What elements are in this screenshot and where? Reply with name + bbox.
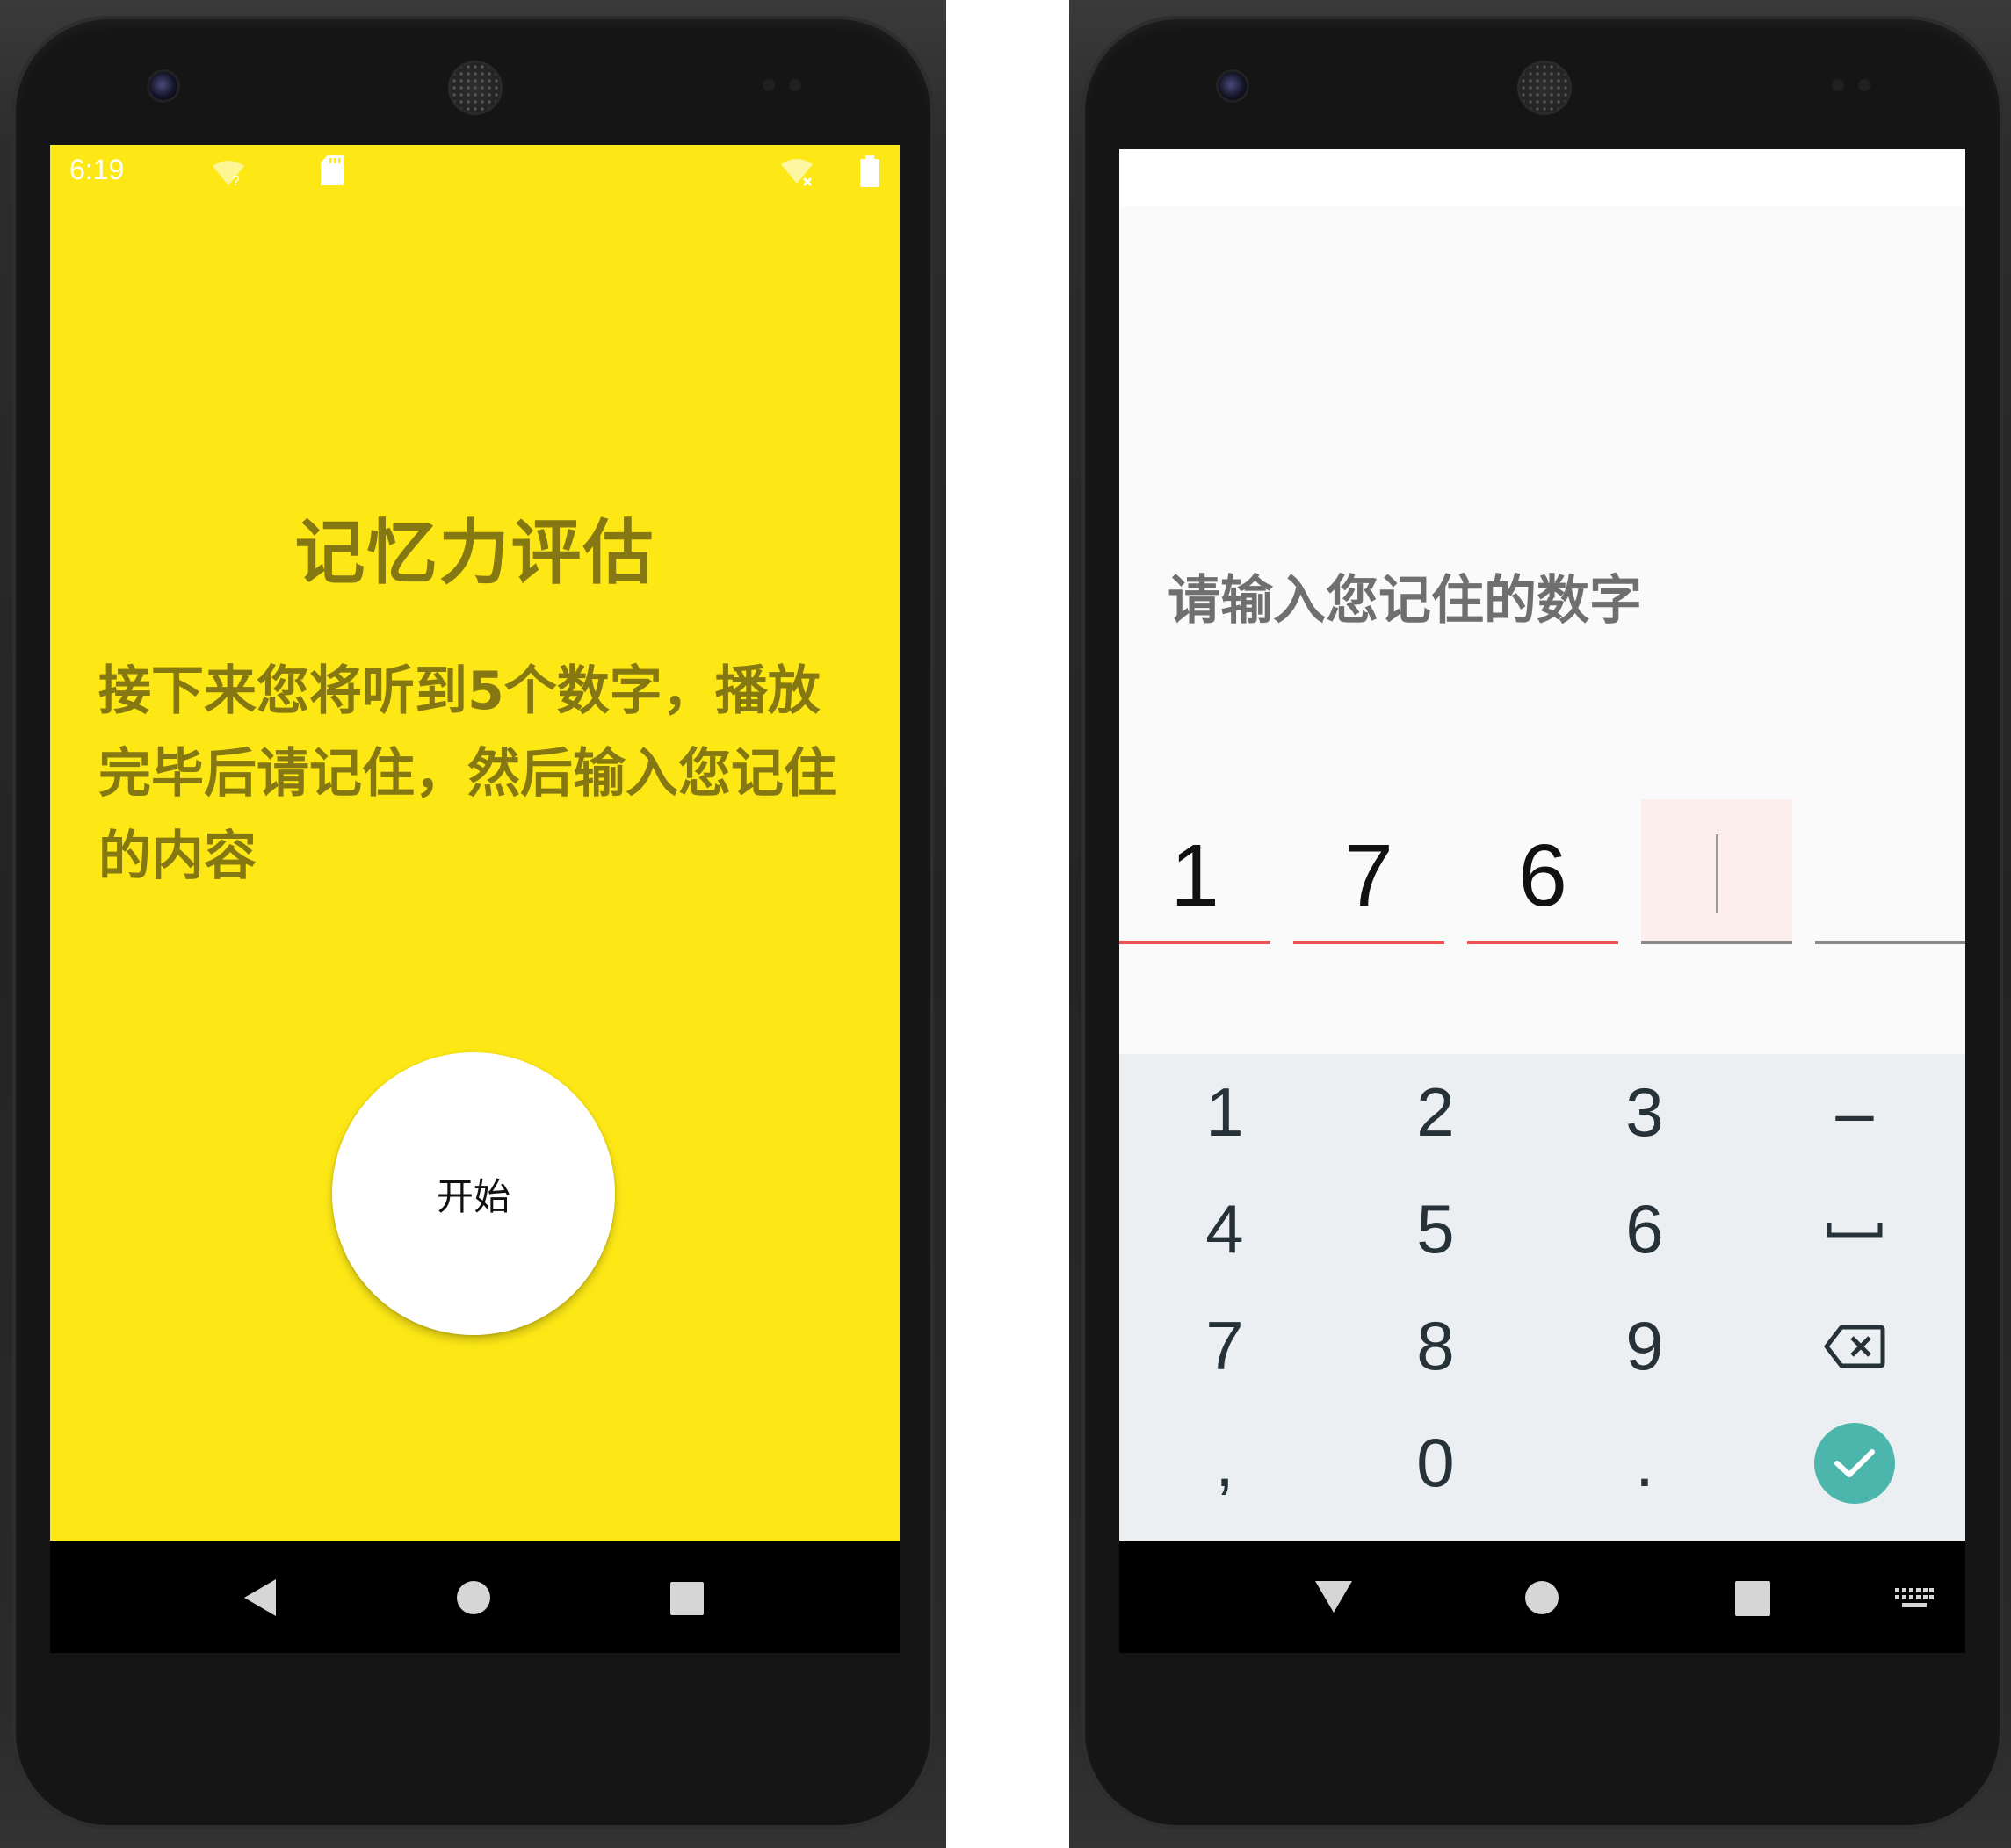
keyboard-switch-icon[interactable] (1895, 1588, 1934, 1611)
digit-box-1[interactable]: 1 (1119, 799, 1270, 944)
back-down-icon[interactable] (1313, 1579, 1354, 1614)
digit-value: 7 (1344, 827, 1393, 925)
digit-underline (1641, 941, 1792, 944)
phone-right: 请输入您记住的数字 1 7 6 1 2 3 – 4 5 6 7 8 9 , 0 … (1069, 0, 2011, 1848)
status-time: 6:19 (69, 154, 125, 185)
key-period[interactable]: . (1539, 1404, 1750, 1521)
battery-icon (860, 155, 879, 187)
space-icon (1827, 1222, 1883, 1237)
key-backspace[interactable] (1749, 1288, 1960, 1404)
front-camera-icon (1219, 72, 1247, 100)
navigation-bar (1119, 1541, 1965, 1653)
key-5[interactable]: 5 (1330, 1171, 1541, 1288)
key-3[interactable]: 3 (1539, 1054, 1750, 1171)
key-space[interactable] (1749, 1171, 1960, 1288)
check-icon (1834, 1448, 1875, 1477)
key-minus[interactable]: – (1749, 1054, 1960, 1171)
key-comma[interactable]: , (1119, 1404, 1330, 1521)
digit-box-3[interactable]: 6 (1467, 799, 1618, 944)
digit-underline (1293, 941, 1444, 944)
status-bar-area (1119, 149, 1965, 206)
digit-input-screen: 请输入您记住的数字 1 7 6 1 2 3 – 4 5 6 7 8 9 , 0 … (1119, 149, 1965, 1541)
key-9[interactable]: 9 (1539, 1288, 1750, 1404)
back-icon[interactable] (241, 1577, 279, 1618)
recents-icon[interactable] (669, 1581, 705, 1616)
key-0[interactable]: 0 (1330, 1404, 1541, 1521)
front-camera-icon (149, 72, 177, 100)
wifi-question-icon: ? (213, 161, 244, 187)
numeric-keyboard: 1 2 3 – 4 5 6 7 8 9 , 0 . (1119, 1054, 1965, 1541)
key-6[interactable]: 6 (1539, 1171, 1750, 1288)
instructions-text: 接下来您将听到5个数字，播放完毕后请记住，然后输入您记住的内容 (98, 661, 836, 887)
digit-underline (1815, 941, 1965, 944)
digit-value: 6 (1518, 827, 1567, 925)
phone-left: 6:19 ? 记忆力评估 接下来您将听到5个数字，播放完毕后请记住，然后输入您记… (0, 0, 946, 1848)
home-icon[interactable] (1523, 1579, 1560, 1616)
page-title: 记忆力评估 (294, 512, 655, 594)
digit-box-4[interactable] (1641, 799, 1792, 944)
digit-underline (1119, 941, 1270, 944)
navigation-bar (50, 1541, 900, 1653)
start-button[interactable]: 开始 (332, 1052, 615, 1335)
key-4[interactable]: 4 (1119, 1171, 1330, 1288)
text-cursor (1716, 834, 1718, 913)
recents-icon[interactable] (1734, 1580, 1771, 1617)
proximity-sensor (763, 79, 775, 91)
key-1[interactable]: 1 (1119, 1054, 1330, 1171)
input-prompt: 请输入您记住的数字 (1168, 570, 1642, 632)
earpiece-speaker (1520, 63, 1569, 112)
light-sensor (789, 79, 801, 91)
wifi-off-icon (781, 159, 813, 187)
earpiece-speaker (451, 63, 500, 112)
key-done[interactable] (1749, 1404, 1960, 1521)
proximity-sensor (1832, 79, 1844, 91)
home-icon[interactable] (455, 1579, 492, 1616)
svg-text:?: ? (232, 174, 240, 187)
backspace-icon (1824, 1325, 1885, 1368)
key-2[interactable]: 2 (1330, 1054, 1541, 1171)
sd-card-icon (321, 155, 344, 185)
digit-box-2[interactable]: 7 (1293, 799, 1444, 944)
done-button[interactable] (1814, 1422, 1895, 1504)
digit-value: 1 (1170, 827, 1219, 925)
digit-underline (1467, 941, 1618, 944)
light-sensor (1858, 79, 1870, 91)
digit-box-5[interactable] (1815, 799, 1965, 944)
key-8[interactable]: 8 (1330, 1288, 1541, 1404)
key-7[interactable]: 7 (1119, 1288, 1330, 1404)
memory-intro-screen: 6:19 ? 记忆力评估 接下来您将听到5个数字，播放完毕后请记住，然后输入您记… (50, 145, 900, 1541)
